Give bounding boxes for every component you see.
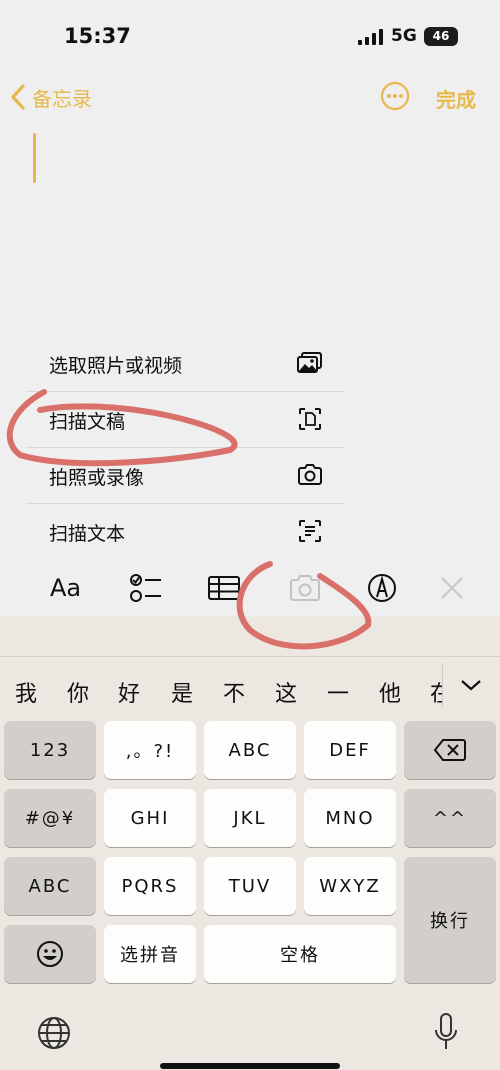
checklist-icon[interactable]	[128, 568, 164, 608]
menu-item-label: 扫描文本	[49, 523, 126, 545]
scan-text-icon	[299, 520, 321, 542]
menu-item-label: 扫描文稿	[49, 411, 126, 433]
photo-library-icon	[297, 352, 322, 373]
camera-icon	[298, 464, 322, 485]
key-jkl[interactable]: JKL	[204, 789, 296, 847]
home-indicator	[160, 1063, 340, 1069]
key-emoticon[interactable]: ^^	[404, 789, 496, 847]
key-123[interactable]: 123	[4, 721, 96, 779]
battery-indicator: 46	[424, 27, 458, 46]
chevron-down-icon[interactable]	[460, 678, 482, 692]
menu-item-choose-photo[interactable]: 选取照片或视频	[0, 335, 345, 391]
table-icon[interactable]	[207, 568, 241, 608]
key-def[interactable]: DEF	[304, 721, 396, 779]
signal-icon	[358, 29, 383, 45]
key-mno[interactable]: MNO	[304, 789, 396, 847]
close-icon[interactable]	[440, 568, 464, 608]
menu-item-label: 拍照或录像	[49, 467, 145, 489]
back-label: 备忘录	[32, 86, 92, 111]
candidate-word[interactable]: 你	[67, 676, 89, 708]
space-key[interactable]: 空格	[204, 925, 396, 983]
delete-key[interactable]	[404, 721, 496, 779]
emoji-icon	[37, 941, 63, 967]
key-punctuation[interactable]: ,。?!	[104, 721, 196, 779]
key-pqrs[interactable]: PQRS	[104, 857, 196, 915]
emoji-key[interactable]	[4, 925, 96, 983]
candidate-word[interactable]: 不	[223, 676, 245, 708]
candidate-word[interactable]: 是	[171, 676, 193, 708]
divider	[442, 663, 443, 707]
chevron-left-icon	[11, 84, 25, 110]
scan-document-icon	[299, 408, 321, 430]
menu-item-scan-text[interactable]: 扫描文本	[0, 503, 345, 559]
more-options-icon[interactable]	[380, 81, 410, 111]
notes-toolbar: Aa	[0, 560, 500, 616]
microphone-icon[interactable]	[432, 1012, 460, 1052]
globe-icon[interactable]	[36, 1015, 72, 1051]
candidate-word[interactable]: 一	[327, 676, 349, 708]
key-abc[interactable]: ABC	[204, 721, 296, 779]
menu-item-label: 选取照片或视频	[49, 355, 183, 377]
status-time: 15:37	[64, 24, 131, 48]
divider	[0, 656, 500, 657]
key-wxyz[interactable]: WXYZ	[304, 857, 396, 915]
markup-pen-icon[interactable]	[366, 568, 398, 608]
text-format-button[interactable]: Aa	[50, 568, 90, 608]
key-abc-mode[interactable]: ABC	[4, 857, 96, 915]
return-key[interactable]: 换行	[404, 857, 496, 983]
menu-item-take-photo[interactable]: 拍照或录像	[0, 447, 345, 503]
candidate-word[interactable]: 这	[275, 676, 297, 708]
candidate-word[interactable]: 好	[118, 676, 140, 708]
done-button[interactable]: 完成	[436, 84, 476, 113]
key-symbols[interactable]: #@¥	[4, 789, 96, 847]
back-button[interactable]: 备忘录	[10, 82, 92, 112]
candidate-word[interactable]: 在	[430, 676, 442, 708]
key-select-pinyin[interactable]: 选拼音	[104, 925, 196, 983]
camera-icon[interactable]	[288, 568, 322, 608]
network-type: 5G	[391, 26, 417, 46]
text-cursor	[33, 133, 36, 183]
key-ghi[interactable]: GHI	[104, 789, 196, 847]
candidate-word[interactable]: 他	[379, 676, 401, 708]
candidate-word[interactable]: 我	[15, 676, 37, 708]
menu-item-scan-document[interactable]: 扫描文稿	[0, 391, 345, 447]
delete-icon	[434, 739, 466, 761]
key-tuv[interactable]: TUV	[204, 857, 296, 915]
